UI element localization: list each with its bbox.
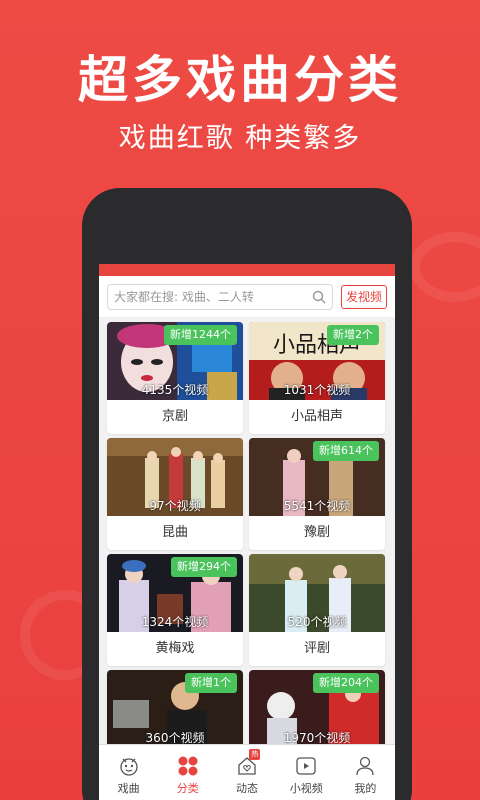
category-card-jingju[interactable]: 新增1244个 4135个视频 京剧 — [107, 322, 243, 434]
tab-dongtai[interactable]: 热 动态 — [217, 745, 276, 800]
video-count: 1031个视频 — [283, 383, 351, 397]
tab-label: 戏曲 — [117, 782, 140, 795]
thumbnail-jingju: 新增1244个 4135个视频 — [107, 322, 243, 400]
category-name: 黄梅戏 — [155, 641, 195, 656]
new-count-badge: 新增614个 — [313, 441, 379, 461]
category-card-huangmei[interactable]: 新增294个 1324个视频 黄梅戏 — [107, 554, 243, 666]
category-card-xiaopin[interactable]: 小品相声 新增2个 1031个视频 小品相声 — [249, 322, 385, 434]
tab-xiqu[interactable]: 戏曲 — [99, 745, 158, 800]
video-count: 5541个视频 — [283, 499, 351, 513]
category-card-yuju[interactable]: 新增614个 5541个视频 豫剧 — [249, 438, 385, 550]
category-name: 评剧 — [303, 641, 330, 656]
search-row: 发视频 — [99, 276, 395, 318]
tab-label: 小视频 — [289, 782, 323, 795]
new-count-badge: 新增204个 — [313, 673, 379, 693]
post-video-button[interactable]: 发视频 — [340, 284, 387, 309]
cloud-swirl-right — [410, 232, 480, 302]
video-count: 1324个视频 — [141, 615, 209, 629]
video-count: 520个视频 — [287, 615, 347, 629]
phone-screen: 发视频 新增1244个 4135个视频 京剧 — [99, 264, 395, 800]
thumbnail-kunqu: 97个视频 — [107, 438, 243, 516]
search-icon[interactable] — [312, 290, 326, 304]
new-count-badge: 新增2个 — [327, 325, 379, 345]
thumbnail-pingju: 520个视频 — [249, 554, 385, 632]
status-bar — [99, 264, 395, 276]
category-name: 昆曲 — [161, 525, 188, 540]
thumbnail-yuju: 新增614个 5541个视频 — [249, 438, 385, 516]
promo-subline: 戏曲红歌 种类繁多 — [118, 123, 362, 154]
tab-label: 我的 — [354, 782, 377, 795]
bottom-tab-bar: 戏曲 分类 热 动态 小视频 我的 — [99, 744, 395, 800]
opera-face-icon — [119, 758, 138, 776]
hot-badge: 热 — [249, 749, 261, 760]
new-count-badge: 新增1个 — [185, 673, 237, 693]
promo-headline: 超多戏曲分类 — [78, 51, 402, 109]
video-count: 4135个视频 — [141, 383, 209, 397]
thumbnail-8: 新增204个 1970个视频 — [249, 670, 385, 748]
tab-label: 分类 — [176, 782, 199, 795]
user-icon — [356, 756, 375, 776]
search-box[interactable] — [107, 283, 333, 310]
thumbnail-xiaopin: 小品相声 新增2个 1031个视频 — [249, 322, 385, 400]
new-count-badge: 新增294个 — [171, 557, 237, 577]
category-card-pingju[interactable]: 520个视频 评剧 — [249, 554, 385, 666]
tab-fenlei[interactable]: 分类 — [158, 745, 217, 800]
video-count: 97个视频 — [149, 499, 201, 513]
thumbnail-huangmei: 新增294个 1324个视频 — [107, 554, 243, 632]
tab-xiaoshipin[interactable]: 小视频 — [277, 745, 336, 800]
category-grid-icon — [178, 756, 198, 776]
category-name: 豫剧 — [303, 525, 330, 540]
play-icon — [296, 757, 316, 775]
category-name: 小品相声 — [290, 409, 343, 424]
tab-wode[interactable]: 我的 — [336, 745, 395, 800]
new-count-badge: 新增1244个 — [164, 325, 237, 345]
search-input[interactable] — [114, 289, 312, 304]
category-name: 京剧 — [161, 409, 188, 424]
category-card-kunqu[interactable]: 97个视频 昆曲 — [107, 438, 243, 550]
thumbnail-7: 新增1个 360个视频 — [107, 670, 243, 748]
tab-label: 动态 — [236, 782, 258, 795]
